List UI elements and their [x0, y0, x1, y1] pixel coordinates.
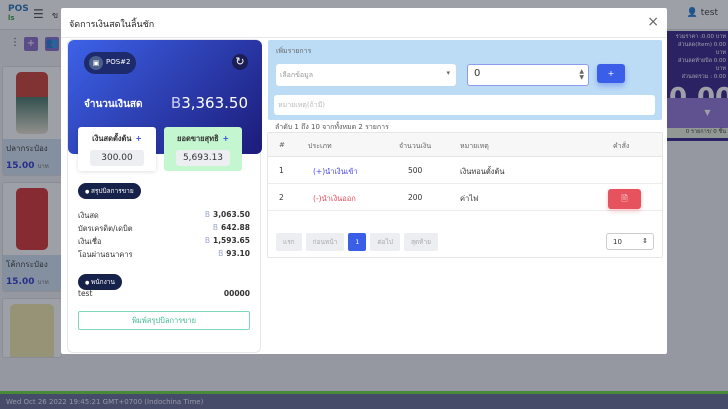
net-sales-box: ยอดขายสุทธิ + 5,693.13 — [164, 127, 242, 171]
note-input[interactable]: หมายเหตุ(ถ้ามี) — [274, 95, 655, 115]
summary-row: โอนผ่านธนาคาร B 93.10 — [78, 249, 250, 259]
entries-table: # ประเภท จำนวนเงิน หมายเหตุ คำสั่ง 1 (+)นำเงิ… — [267, 132, 663, 258]
type-select[interactable]: เลือกข้อมูล ▾ — [276, 64, 456, 86]
add-entry-button[interactable]: + — [597, 64, 625, 83]
opening-cash-box: เงินสดตั้งต้น + 300.00 — [78, 127, 156, 171]
page-last[interactable]: สุดท้าย — [403, 233, 438, 251]
add-opening-button[interactable]: + — [136, 134, 142, 143]
page-next[interactable]: ต่อไป — [370, 233, 400, 251]
cash-value: B3,363.50 — [170, 94, 248, 112]
page-size-select[interactable]: 10 ⇕ — [606, 233, 654, 250]
opening-cash-value: 300.00 — [90, 150, 144, 166]
summary-row: บัตรเครดิต/เดบิต B 642.88 — [78, 223, 250, 233]
pos-badge: ▣ POS#2 — [84, 52, 136, 74]
pagination: แรก ก่อนหน้า 1 ต่อไป สุดท้าย — [276, 233, 438, 251]
page-first[interactable]: แรก — [276, 233, 302, 251]
amount-input[interactable]: 0 ▲ ▼ — [467, 64, 589, 86]
employee-pill: พนักงาน — [78, 274, 122, 290]
summary-row: เงินเชื่อ B 1,593.65 — [78, 236, 250, 246]
table-header: # ประเภท จำนวนเงิน หมายเหตุ คำสั่ง — [268, 133, 662, 157]
stepper-icon[interactable]: ▲ ▼ — [579, 69, 584, 81]
payment-summary: เงินสด B 3,063.50 บัตรเครดิต/เดบิต B 642.88 … — [78, 210, 250, 262]
sales-summary-pill: สรุปบิลการขาย — [78, 183, 141, 199]
delete-entry-button[interactable]: 🗎 — [608, 189, 641, 209]
net-sales-value: 5,693.13 — [176, 150, 230, 166]
updown-icon: ⇕ — [642, 237, 648, 245]
close-icon[interactable]: × — [647, 14, 659, 30]
refresh-icon[interactable]: ↻ — [232, 54, 248, 70]
print-summary-button[interactable]: พิมพ์สรุปบิลการขาย — [78, 311, 250, 330]
employee-row: test 00000 — [78, 289, 250, 298]
page-prev[interactable]: ก่อนหน้า — [305, 233, 345, 251]
cash-summary-card: ▣ POS#2 ↻ จำนวนเงินสด B3,363.50 เงินสดตั้… — [67, 39, 262, 353]
chevron-down-icon: ▾ — [446, 69, 450, 77]
add-entry-panel: เพิ่มรายการ เลือกข้อมูล ▾ 0 ▲ ▼ + หมายเหตุ(… — [268, 40, 662, 120]
page-current[interactable]: 1 — [348, 233, 367, 251]
summary-row: เงินสด B 3,063.50 — [78, 210, 250, 220]
pos-terminal-icon: ▣ — [89, 56, 103, 70]
modal-title: จัดการเงินสดในลิ้นชัก — [61, 8, 667, 38]
table-row: 2 (-)นำเงินออก 200 ค่าไฟ 🗎 — [268, 184, 662, 211]
cash-drawer-modal: จัดการเงินสดในลิ้นชัก × ▣ POS#2 ↻ จำนวนเง… — [61, 8, 667, 354]
add-net-sales-button[interactable]: + — [223, 134, 229, 143]
table-row: 1 (+)นำเงินเข้า 500 เงินทอนตั้งต้น — [268, 157, 662, 184]
cash-label: จำนวนเงินสด — [84, 99, 143, 110]
delete-file-icon: 🗎 — [621, 194, 628, 203]
